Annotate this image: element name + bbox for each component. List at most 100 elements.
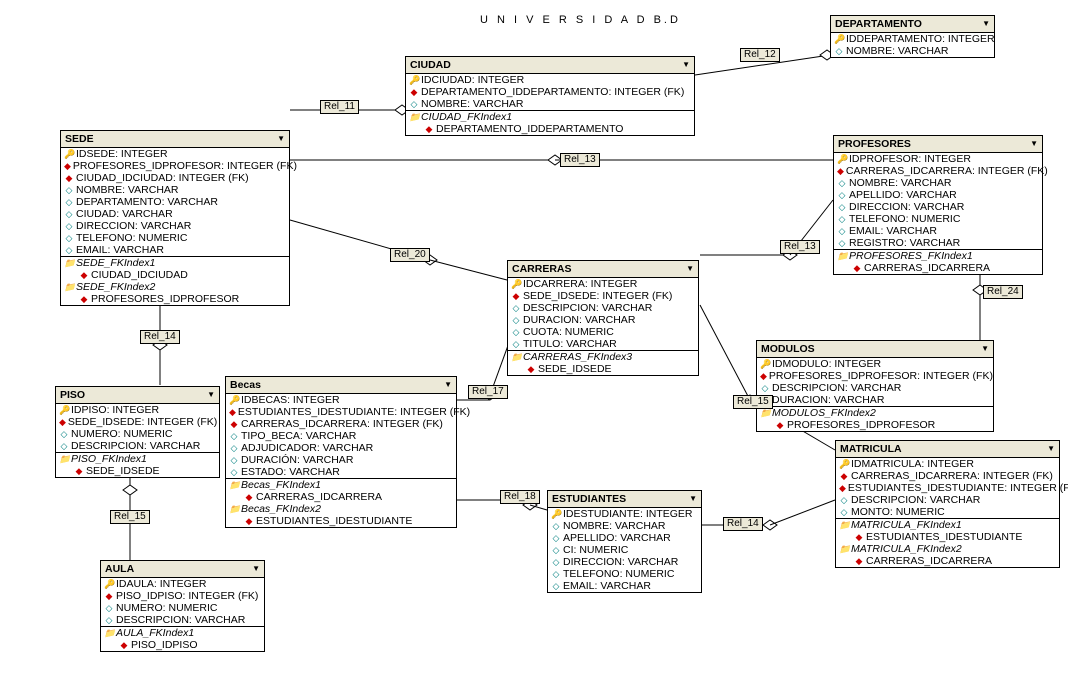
collapse-icon[interactable]: ▼ [682,59,690,71]
field: NUMERO: NUMERIC [71,428,173,440]
field: SEDE_IDSEDE: INTEGER (FK) [68,416,217,428]
entity-estudiantes[interactable]: ESTUDIANTES▼ 🔑IDESTUDIANTE: INTEGER ◇NOM… [547,490,702,593]
folder-icon: 📁 [229,503,239,515]
field: NUMERO: NUMERIC [116,602,218,614]
index: PISO_FKIndex1 [71,453,147,465]
diamond-icon: ◆ [852,262,862,274]
diamond-icon: ◆ [64,172,74,184]
entity-header[interactable]: CIUDAD▼ [406,57,694,74]
entity-header[interactable]: AULA▼ [101,561,264,578]
key-icon: 🔑 [64,148,74,160]
diamond-icon: ◇ [551,580,561,592]
field: TITULO: VARCHAR [523,338,617,350]
rel-label-13a[interactable]: Rel_13 [560,153,600,167]
rel-label-15a[interactable]: Rel_15 [110,510,150,524]
rel-label-24[interactable]: Rel_24 [983,285,1023,299]
entity-piso[interactable]: PISO▼ 🔑IDPISO: INTEGER ◆SEDE_IDSEDE: INT… [55,386,220,478]
collapse-icon[interactable]: ▼ [1030,138,1038,150]
field: EMAIL: VARCHAR [76,244,164,256]
diamond-icon: ◆ [760,370,767,382]
diamond-icon: ◇ [839,494,849,506]
field: NOMBRE: VARCHAR [76,184,178,196]
diamond-icon: ◇ [551,544,561,556]
entity-header[interactable]: MODULOS▼ [757,341,993,358]
index-field: SEDE_IDSEDE [538,363,612,375]
entity-header[interactable]: SEDE▼ [61,131,289,148]
collapse-icon[interactable]: ▼ [981,343,989,355]
field: APELLIDO: VARCHAR [563,532,671,544]
key-icon: 🔑 [839,458,849,470]
index: MATRICULA_FKIndex2 [851,543,962,555]
diamond-icon: ◆ [79,269,89,281]
diamond-icon: ◇ [760,382,770,394]
collapse-icon[interactable]: ▼ [686,263,694,275]
entity-carreras[interactable]: CARRERAS▼ 🔑IDCARRERA: INTEGER ◆ SEDE_IDSE… [507,260,699,376]
entity-header[interactable]: PISO▼ [56,387,219,404]
field: DEPARTAMENTO: VARCHAR [76,196,218,208]
entity-matricula[interactable]: MATRICULA▼ 🔑IDMATRICULA: INTEGER ◆ CARRER… [835,440,1060,568]
entity-header[interactable]: CARRERAS▼ [508,261,698,278]
field: REGISTRO: VARCHAR [849,237,960,249]
index-field: CARRERAS_IDCARRERA [866,555,992,567]
diamond-icon: ◆ [79,293,89,305]
field: IDBECAS: INTEGER [241,394,340,406]
diamond-icon: ◇ [551,568,561,580]
diamond-icon: ◇ [837,237,847,249]
entity-header[interactable]: Becas▼ [226,377,456,394]
entity-header[interactable]: DEPARTAMENTO▼ [831,16,994,33]
key-icon: 🔑 [409,74,419,86]
field: ESTUDIANTES_IDESTUDIANTE: INTEGER (FK) [848,482,1068,494]
collapse-icon[interactable]: ▼ [252,563,260,575]
rel-label-17[interactable]: Rel_17 [468,385,508,399]
diamond-icon: ◇ [551,556,561,568]
index-field: PROFESORES_IDPROFESOR [787,419,935,431]
diamond-icon: ◇ [839,506,849,518]
entity-aula[interactable]: AULA▼ 🔑IDAULA: INTEGER ◆PISO_IDPISO: INT… [100,560,265,652]
diamond-icon: ◆ [839,482,846,494]
diamond-icon: ◆ [59,416,66,428]
index-field: ESTUDIANTES_IDESTUDIANTE [256,515,412,527]
collapse-icon[interactable]: ▼ [444,379,452,391]
diamond-icon: ◇ [551,520,561,532]
diamond-icon: ◇ [64,232,74,244]
field: DESCRIPCION: VARCHAR [71,440,200,452]
field: IDCARRERA: INTEGER [523,278,637,290]
field: DURACIÓN: VARCHAR [241,454,353,466]
rel-label-20[interactable]: Rel_20 [390,248,430,262]
entity-header[interactable]: ESTUDIANTES▼ [548,491,701,508]
rel-label-11[interactable]: Rel_11 [320,100,359,114]
entity-becas[interactable]: Becas▼ 🔑IDBECAS: INTEGER ◆ESTUDIANTES_ID… [225,376,457,528]
diamond-icon: ◇ [229,466,239,478]
rel-label-15b[interactable]: Rel_15 [733,395,773,409]
field: EMAIL: VARCHAR [849,225,937,237]
collapse-icon[interactable]: ▼ [1047,443,1055,455]
entity-header[interactable]: PROFESORES▼ [834,136,1042,153]
field: DIRECCION: VARCHAR [849,201,964,213]
entity-ciudad[interactable]: CIUDAD▼ 🔑IDCIUDAD: INTEGER ◆DEPARTAMENTO… [405,56,695,136]
collapse-icon[interactable]: ▼ [277,133,285,145]
collapse-icon[interactable]: ▼ [689,493,697,505]
diamond-icon: ◆ [424,123,434,135]
entity-header[interactable]: MATRICULA▼ [836,441,1059,458]
field: IDDEPARTAMENTO: INTEGER [846,33,995,45]
field: IDMATRICULA: INTEGER [851,458,974,470]
rel-label-13b[interactable]: Rel_13 [780,240,820,254]
rel-label-14b[interactable]: Rel_14 [723,517,763,531]
diamond-icon: ◇ [511,314,521,326]
diamond-icon: ◇ [511,326,521,338]
entity-sede[interactable]: SEDE▼ 🔑IDSEDE: INTEGER ◆PROFESORES_IDPRO… [60,130,290,306]
diamond-icon: ◆ [511,290,521,302]
field: MONTO: NUMERIC [851,506,945,518]
collapse-icon[interactable]: ▼ [207,389,215,401]
field: TIPO_BECA: VARCHAR [241,430,356,442]
collapse-icon[interactable]: ▼ [982,18,990,30]
entity-profesores[interactable]: PROFESORES▼ 🔑IDPROFESOR: INTEGER ◆CARRER… [833,135,1043,275]
entity-departamento[interactable]: DEPARTAMENTO▼ 🔑IDDEPARTAMENTO: INTEGER ◇… [830,15,995,58]
rel-label-18[interactable]: Rel_18 [500,490,540,504]
index-field: ESTUDIANTES_IDESTUDIANTE [866,531,1022,543]
field: IDMODULO: INTEGER [772,358,881,370]
rel-label-14a[interactable]: Rel_14 [140,330,180,344]
key-icon: 🔑 [511,278,521,290]
entity-modulos[interactable]: MODULOS▼ 🔑IDMODULO: INTEGER ◆PROFESORES_… [756,340,994,432]
rel-label-12[interactable]: Rel_12 [740,48,780,62]
